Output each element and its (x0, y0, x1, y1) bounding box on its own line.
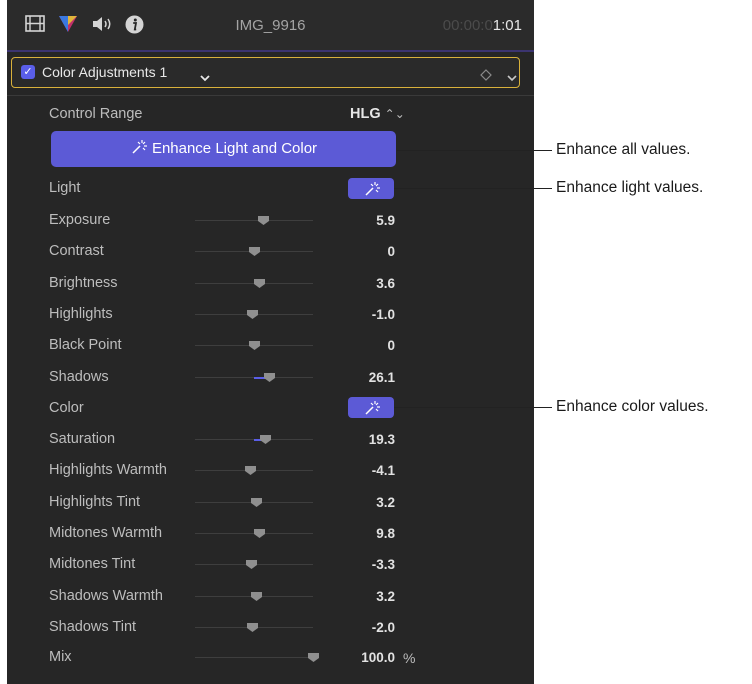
parameter-slider[interactable] (195, 216, 313, 225)
parameter-value[interactable]: 3.2 (337, 495, 395, 510)
parameter-label: Highlights Warmth (49, 462, 167, 479)
enhance-light-button[interactable] (348, 178, 394, 199)
parameter-value[interactable]: 3.6 (337, 276, 395, 291)
callout-enhance-color: Enhance color values. (556, 398, 709, 415)
parameter-value[interactable]: 26.1 (337, 370, 395, 385)
divider (7, 95, 534, 96)
parameter-slider[interactable] (195, 466, 313, 476)
timecode-bright: 1:01 (492, 17, 522, 34)
control-range-popup[interactable]: HLG ⌃⌄ (350, 106, 410, 122)
slider-handle[interactable] (247, 309, 259, 319)
inspector-header: IMG_9916 00:00:01:01 (7, 0, 534, 52)
control-range-value[interactable]: HLG (350, 106, 381, 122)
slider-handle[interactable] (250, 591, 262, 601)
enhance-color-button[interactable] (348, 397, 394, 418)
parameter-label: Shadows Warmth (49, 587, 163, 604)
parameter-slider[interactable] (195, 278, 313, 288)
parameter-slider[interactable] (195, 591, 313, 601)
parameter-label: Contrast (49, 243, 104, 260)
parameter-value[interactable]: -2.0 (337, 620, 395, 635)
parameter-value[interactable]: 0 (337, 338, 395, 353)
magic-wand-icon (130, 133, 148, 169)
parameter-label: Brightness (49, 274, 118, 291)
parameter-label: Midtones Tint (49, 556, 136, 573)
control-range-label: Control Range (49, 106, 143, 122)
parameter-value[interactable]: 9.8 (337, 526, 395, 541)
parameter-slider[interactable] (195, 622, 313, 632)
parameter-label: Exposure (49, 212, 111, 228)
slider-handle[interactable] (263, 372, 275, 382)
magic-wand-icon (365, 182, 380, 196)
parameter-label: Shadows (49, 368, 109, 385)
callout-line (397, 150, 552, 151)
parameter-label: Shadows Tint (49, 618, 137, 635)
slider-handle[interactable] (246, 560, 258, 570)
slider-handle[interactable] (250, 497, 262, 507)
section-label-light: Light (49, 180, 81, 196)
slider-handle[interactable] (248, 341, 260, 351)
parameter-value[interactable]: 3.2 (337, 589, 395, 604)
slider-handle[interactable] (254, 278, 266, 288)
parameter-value[interactable]: -3.3 (337, 557, 395, 572)
chevron-down-icon[interactable] (507, 69, 517, 87)
slider-handle[interactable] (244, 466, 256, 476)
mix-unit: % (403, 650, 416, 666)
parameter-label: Highlights Tint (49, 493, 141, 510)
parameter-slider[interactable] (195, 497, 313, 507)
mix-label: Mix (49, 649, 72, 665)
effect-enable-checkbox[interactable]: ✓ (21, 65, 35, 79)
slider-track (195, 220, 313, 221)
slider-handle[interactable] (257, 216, 269, 225)
parameter-slider[interactable] (195, 309, 313, 319)
callout-line (394, 407, 552, 408)
parameter-label: Saturation (49, 431, 116, 447)
parameter-label: Black Point (49, 337, 122, 354)
inspector-panel: IMG_9916 00:00:01:01 ✓ Color Adjustments… (7, 0, 534, 684)
updown-chevron-icon: ⌃⌄ (384, 107, 405, 121)
parameter-label: Highlights (49, 305, 113, 322)
parameter-value[interactable]: -4.1 (337, 463, 395, 478)
parameter-value[interactable]: -1.0 (337, 307, 395, 322)
enhance-all-label[interactable]: Enhance Light and Color (152, 140, 317, 157)
parameter-slider[interactable] (195, 435, 313, 444)
callout-enhance-all: Enhance all values. (556, 141, 691, 158)
keyframe-diamond-icon[interactable] (480, 68, 492, 86)
parameter-slider[interactable] (195, 372, 313, 382)
timecode: 00:00:01:01 (443, 17, 522, 34)
slider-handle[interactable] (248, 247, 260, 257)
callout-enhance-light: Enhance light values. (556, 179, 704, 196)
parameter-slider[interactable] (195, 341, 313, 351)
parameter-value[interactable]: 5.9 (337, 213, 395, 228)
slider-handle[interactable] (260, 435, 272, 444)
effect-header-color-adjustments[interactable]: ✓ Color Adjustments 1 (11, 57, 520, 88)
mix-slider[interactable] (195, 653, 319, 662)
parameter-slider[interactable] (195, 528, 313, 538)
slider-handle[interactable] (307, 653, 319, 662)
magic-wand-icon (365, 401, 380, 415)
parameter-slider[interactable] (195, 247, 313, 257)
mix-value[interactable]: 100.0 (337, 650, 395, 665)
parameter-value[interactable]: 19.3 (337, 432, 395, 447)
callout-line (394, 188, 552, 189)
enhance-light-and-color-button[interactable]: Enhance Light and Color (51, 131, 396, 167)
parameter-label: Midtones Warmth (49, 524, 163, 541)
parameter-value[interactable]: 0 (337, 244, 395, 259)
chevron-down-icon[interactable] (200, 69, 210, 87)
slider-handle[interactable] (254, 528, 266, 538)
timecode-dim: 00:00:0 (442, 17, 493, 34)
effect-title[interactable]: Color Adjustments 1 (42, 64, 167, 80)
parameter-slider[interactable] (195, 560, 313, 570)
section-label-color: Color (49, 400, 84, 416)
slider-track (195, 657, 313, 658)
slider-handle[interactable] (247, 622, 259, 632)
